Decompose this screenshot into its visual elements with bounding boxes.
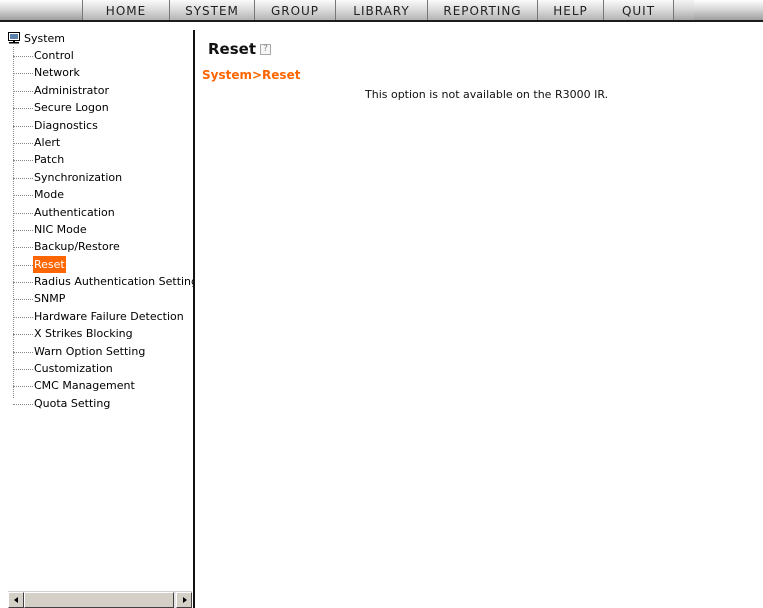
tree-item-x-strikes-blocking[interactable]: X Strikes Blocking <box>8 325 193 342</box>
tree-item-label-selected[interactable]: Reset <box>33 255 66 274</box>
main-content: Reset ? System>Reset This option is not … <box>195 30 763 608</box>
tree-root-label: System <box>24 32 66 45</box>
tree-root-system[interactable]: System <box>8 30 193 47</box>
tree-item-snmp[interactable]: SNMP <box>8 290 193 307</box>
tree-children: Control Network Administrator Secure Log… <box>8 47 193 412</box>
menu-bar-right-cap <box>694 0 763 20</box>
unavailable-notice: This option is not available on the R300… <box>365 88 609 101</box>
tree-item-secure-logon[interactable]: Secure Logon <box>8 99 193 116</box>
tree-item-label[interactable]: Administrator <box>33 82 110 99</box>
system-tree: System Control Network Administrator Sec… <box>8 30 193 590</box>
tree-item-label[interactable]: Diagnostics <box>33 117 99 134</box>
tree-item-alert[interactable]: Alert <box>8 134 193 151</box>
scrollbar-thumb[interactable] <box>24 592 174 608</box>
nav-system[interactable]: SYSTEM <box>170 0 255 20</box>
tree-item-radius-authentication-setting[interactable]: Radius Authentication Setting <box>8 273 193 290</box>
breadcrumb: System>Reset <box>202 68 301 82</box>
tree-item-label[interactable]: Network <box>33 64 81 81</box>
scroll-right-arrow-icon[interactable] <box>176 592 192 608</box>
nav-quit[interactable]: QUIT <box>604 0 674 20</box>
tree-item-patch[interactable]: Patch <box>8 151 193 168</box>
tree-item-label[interactable]: Secure Logon <box>33 99 110 116</box>
tree-item-backup-restore[interactable]: Backup/Restore <box>8 238 193 255</box>
scroll-left-arrow-icon[interactable] <box>8 592 24 608</box>
tree-item-label[interactable]: Synchronization <box>33 169 123 186</box>
tree-item-label[interactable]: X Strikes Blocking <box>33 325 134 342</box>
tree-item-label[interactable]: Warn Option Setting <box>33 343 146 360</box>
tree-item-label[interactable]: Customization <box>33 360 114 377</box>
tree-item-customization[interactable]: Customization <box>8 360 193 377</box>
tree-item-label[interactable]: Control <box>33 47 75 64</box>
tree-item-diagnostics[interactable]: Diagnostics <box>8 117 193 134</box>
tree-item-label[interactable]: Alert <box>33 134 61 151</box>
tree-item-hardware-failure-detection[interactable]: Hardware Failure Detection <box>8 308 193 325</box>
tree-item-label[interactable]: Patch <box>33 151 65 168</box>
computer-icon <box>8 32 20 44</box>
tree-item-cmc-management[interactable]: CMC Management <box>8 377 193 394</box>
tree-item-label[interactable]: Quota Setting <box>33 395 111 412</box>
tree-item-warn-option-setting[interactable]: Warn Option Setting <box>8 343 193 360</box>
tree-item-label[interactable]: Radius Authentication Setting <box>33 273 193 290</box>
tree-item-nic-mode[interactable]: NIC Mode <box>8 221 193 238</box>
page-title: Reset <box>208 40 256 58</box>
nav-help[interactable]: HELP <box>538 0 604 20</box>
nav-library[interactable]: LIBRARY <box>336 0 428 20</box>
tree-item-administrator[interactable]: Administrator <box>8 82 193 99</box>
tree-item-label[interactable]: SNMP <box>33 290 66 307</box>
tree-item-label[interactable]: CMC Management <box>33 377 136 394</box>
tree-item-quota-setting[interactable]: Quota Setting <box>8 395 193 412</box>
tree-item-label[interactable]: Backup/Restore <box>33 238 121 255</box>
tree-item-mode[interactable]: Mode <box>8 186 193 203</box>
tree-item-label[interactable]: Hardware Failure Detection <box>33 308 185 325</box>
nav-home[interactable]: HOME <box>82 0 170 20</box>
tree-item-network[interactable]: Network <box>8 64 193 81</box>
main-nav: HOME SYSTEM GROUP LIBRARY REPORTING HELP… <box>82 0 674 20</box>
tree-item-authentication[interactable]: Authentication <box>8 204 193 221</box>
tree-item-label[interactable]: NIC Mode <box>33 221 88 238</box>
tree-item-control[interactable]: Control <box>8 47 193 64</box>
tree-horizontal-scrollbar[interactable] <box>8 591 192 608</box>
tree-item-synchronization[interactable]: Synchronization <box>8 169 193 186</box>
tree-item-reset[interactable]: Reset <box>8 255 193 274</box>
nav-reporting[interactable]: REPORTING <box>428 0 538 20</box>
menu-bar-left-cap <box>0 0 82 20</box>
tree-item-label[interactable]: Authentication <box>33 204 116 221</box>
top-menu-bar: HOME SYSTEM GROUP LIBRARY REPORTING HELP… <box>0 0 763 22</box>
system-tree-panel: System Control Network Administrator Sec… <box>0 30 195 608</box>
help-icon[interactable]: ? <box>260 44 271 55</box>
nav-group[interactable]: GROUP <box>255 0 336 20</box>
tree-item-label[interactable]: Mode <box>33 186 65 203</box>
